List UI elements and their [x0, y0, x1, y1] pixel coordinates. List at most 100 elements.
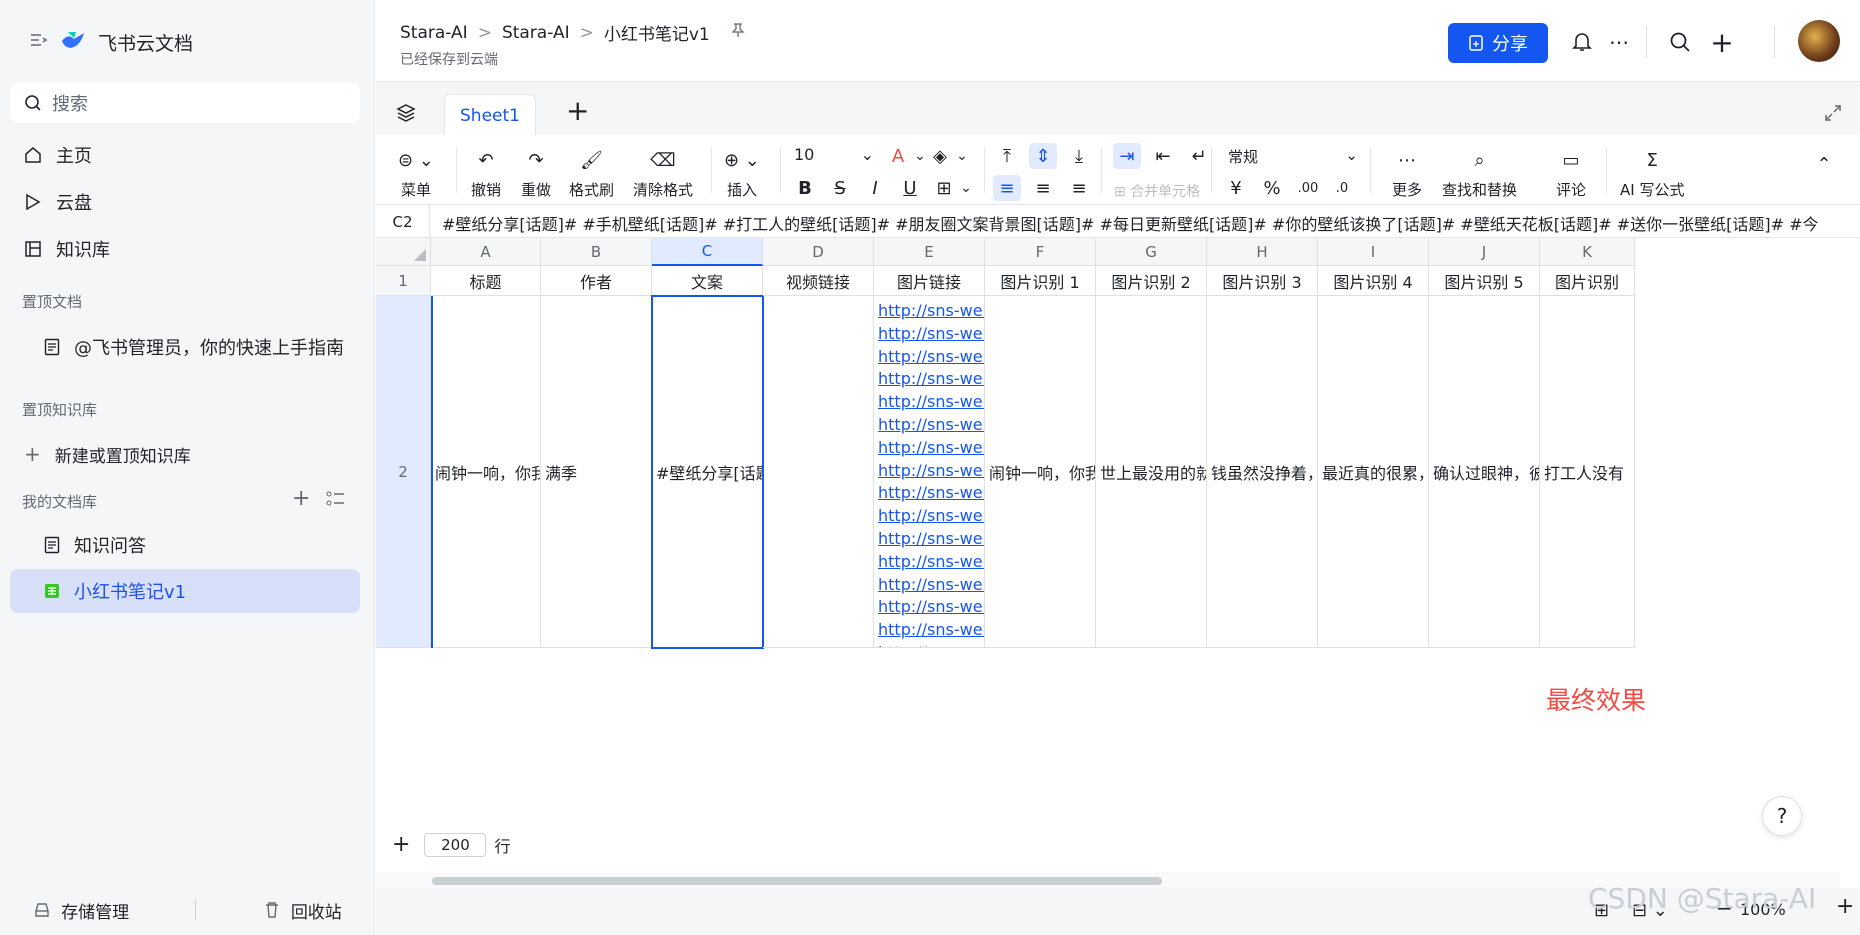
ai-formula-button[interactable]: Σ AI 写公式 [1620, 147, 1684, 200]
trash-button[interactable]: 回收站 [263, 898, 342, 923]
data-cell[interactable]: 钱虽然没挣着，但 [1207, 296, 1318, 648]
header-cell[interactable]: 标题 [431, 266, 541, 296]
bell-icon[interactable] [1568, 28, 1596, 56]
zoom-in-icon[interactable]: + [1836, 894, 1854, 919]
column-header[interactable]: K [1540, 238, 1635, 266]
help-icon[interactable]: ? [1762, 796, 1802, 836]
align-top-icon[interactable]: ⤒ [993, 143, 1021, 169]
italic-icon[interactable]: I [861, 175, 889, 201]
header-cell[interactable]: 文案 [652, 266, 763, 296]
currency-icon[interactable]: ¥ [1222, 175, 1250, 201]
image-link[interactable]: http://sns-webpic [878, 551, 984, 574]
percent-icon[interactable]: % [1258, 175, 1286, 201]
decrease-decimal-icon[interactable]: .0 [1328, 175, 1356, 201]
column-header[interactable]: G [1096, 238, 1207, 266]
header-cell[interactable]: 图片识别 [1540, 266, 1635, 296]
column-header[interactable]: I [1318, 238, 1429, 266]
nav-item-drive[interactable]: 云盘 [10, 180, 360, 224]
undo-button[interactable]: ↶ 撤销 [471, 147, 501, 200]
library-list-icon[interactable] [326, 490, 346, 512]
data-cell[interactable]: 世上最没用的就是 [1096, 296, 1207, 648]
column-header[interactable]: F [985, 238, 1096, 266]
image-link[interactable]: http://sns-webpic [878, 437, 984, 460]
header-cell[interactable]: 图片识别 3 [1207, 266, 1318, 296]
align-right-icon[interactable]: ≡ [1065, 175, 1093, 201]
fullscreen-icon[interactable] [1824, 104, 1842, 126]
breadcrumb-item[interactable]: Stara-AI [400, 23, 468, 43]
row-header[interactable]: 1 [376, 266, 431, 296]
cell-reference[interactable]: C2 [376, 205, 430, 237]
add-icon[interactable]: + [1708, 26, 1736, 59]
menu-button[interactable]: ⊜ ⌄ 菜单 [398, 147, 434, 200]
bold-icon[interactable]: B [791, 175, 819, 201]
image-link[interactable]: http://sns-webpic [878, 391, 984, 414]
data-cell[interactable] [763, 296, 874, 648]
data-cell[interactable]: 闹钟一响，你我皆 [985, 296, 1096, 648]
underline-icon[interactable]: U [896, 175, 924, 201]
image-link[interactable]: http://sns-webpic [878, 460, 984, 483]
new-wiki-button[interactable]: + 新建或置顶知识库 [10, 432, 360, 476]
column-header[interactable]: H [1207, 238, 1318, 266]
find-replace-button[interactable]: ⌕ 查找和替换 [1442, 147, 1517, 200]
image-link[interactable]: http://sns-webpic [878, 528, 984, 551]
pinned-doc-item[interactable]: @飞书管理员，你的快速上手指南 [10, 325, 360, 369]
align-left-icon[interactable]: ≡ [993, 175, 1021, 201]
nav-item-wiki[interactable]: 知识库 [10, 227, 360, 271]
number-format-select[interactable]: 常规 ⌄ [1228, 146, 1358, 167]
nav-item-home[interactable]: 主页 [10, 133, 360, 177]
format-painter-button[interactable]: 🖌 格式刷 [569, 147, 614, 200]
library-item-xhs[interactable]: 小红书笔记v1 [10, 569, 360, 613]
avatar[interactable] [1798, 20, 1840, 62]
data-cell[interactable]: 最近真的很累，有 [1318, 296, 1429, 648]
chevron-down-icon[interactable]: ⌄ [952, 175, 980, 201]
header-cell[interactable]: 图片链接 [874, 266, 985, 296]
tab-sheet1[interactable]: Sheet1 [444, 94, 536, 136]
image-link[interactable]: http://sns-webpic [878, 505, 984, 528]
increase-decimal-icon[interactable]: .00 [1294, 175, 1322, 201]
image-links-cell[interactable]: http://sns-webpichttp://sns-webpichttp:/… [874, 296, 985, 648]
merge-cells-button[interactable]: ⊞ 合并单元格 [1114, 181, 1200, 201]
column-header[interactable]: J [1429, 238, 1540, 266]
storage-button[interactable]: 存储管理 [33, 898, 129, 923]
header-cell[interactable]: 作者 [541, 266, 652, 296]
data-cell[interactable]: 闹钟一响，你我皆 [431, 296, 541, 648]
image-link[interactable]: http://sns-webpic [878, 596, 984, 619]
select-all-corner[interactable] [376, 238, 431, 266]
header-cell[interactable]: 视频链接 [763, 266, 874, 296]
pin-icon[interactable] [730, 22, 746, 43]
share-button[interactable]: 分享 [1448, 23, 1548, 63]
redo-button[interactable]: ↷ 重做 [521, 147, 551, 200]
image-link[interactable]: http://sns-webpic [878, 619, 984, 642]
more-icon[interactable]: ⋯ [1605, 28, 1633, 56]
doc-title[interactable]: 小红书笔记v1 [604, 20, 710, 45]
more-button[interactable]: ⋯ 更多 [1392, 147, 1422, 200]
column-header[interactable]: A [431, 238, 541, 266]
header-cell[interactable]: 图片识别 2 [1096, 266, 1207, 296]
column-header[interactable]: C [652, 238, 763, 266]
text-clip-icon[interactable]: ⇤ [1149, 143, 1177, 169]
add-library-icon[interactable]: + [292, 486, 310, 511]
row-count-input[interactable]: 200 [424, 832, 487, 857]
header-cell[interactable]: 图片识别 5 [1429, 266, 1540, 296]
text-overflow-icon[interactable]: ⇥ [1113, 143, 1141, 169]
image-link[interactable]: http://sns-webpic [878, 414, 984, 437]
library-item-qa[interactable]: 知识问答 [10, 523, 360, 567]
image-link[interactable]: http://sns-webpic [878, 574, 984, 597]
scrollbar-thumb[interactable] [432, 877, 1162, 885]
add-row-icon[interactable]: + [392, 832, 410, 857]
image-link[interactable]: http://sns-webpic [878, 368, 984, 391]
collapse-toolbar-icon[interactable]: ⌃ [1810, 151, 1838, 177]
image-link[interactable]: http://sns-webpic [878, 642, 984, 647]
column-header[interactable]: E [874, 238, 985, 266]
data-cell[interactable]: 打工人没有 [1540, 296, 1635, 648]
header-cell[interactable]: 图片识别 1 [985, 266, 1096, 296]
clear-format-button[interactable]: ⌫ 清除格式 [633, 147, 693, 200]
text-wrap-icon[interactable]: ↵ [1185, 143, 1213, 169]
chevron-down-icon[interactable]: ⌄ [948, 143, 976, 169]
image-link[interactable]: http://sns-webpic [878, 346, 984, 369]
row-header[interactable]: 2 [376, 296, 431, 648]
header-cell[interactable]: 图片识别 4 [1318, 266, 1429, 296]
search-icon[interactable] [1666, 28, 1694, 56]
align-bottom-icon[interactable]: ⤓ [1065, 143, 1093, 169]
insert-button[interactable]: ⊕ ⌄ 插入 [724, 147, 760, 200]
